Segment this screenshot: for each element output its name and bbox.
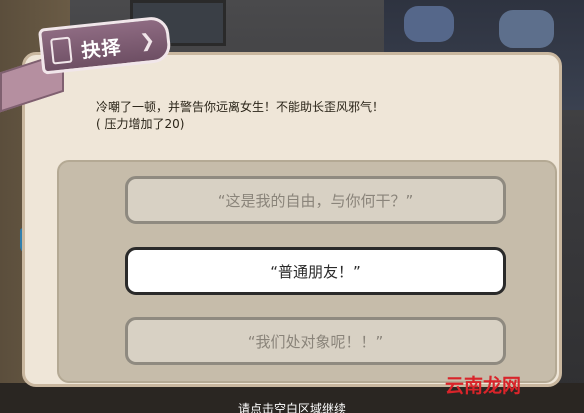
message-line: 冷嘲了一顿，并警告你远离女生！不能助长歪风邪气！	[96, 100, 385, 114]
continue-hint: 请点击空白区域继续	[237, 402, 346, 413]
watermark: 云南龙网	[445, 375, 522, 397]
message-line: ( 压力增加了20)	[96, 117, 185, 131]
dialog-title: 抉择	[80, 36, 123, 63]
option-label: “我们处对象呢！！”	[247, 332, 384, 351]
option-button-friends[interactable]: “普通朋友！”	[125, 247, 506, 295]
chevron-right-icon: ❯	[138, 29, 156, 53]
background-pillow	[499, 10, 554, 48]
option-button-dating[interactable]: “我们处对象呢！！”	[125, 317, 506, 365]
game-scene[interactable]: 冷嘲了一顿，并警告你远离女生！不能助长歪风邪气！ ( 压力增加了20) “这是我…	[0, 0, 584, 413]
background-pillow	[404, 6, 454, 42]
clip-icon	[50, 36, 73, 65]
option-label: “这是我的自由，与你何干？”	[217, 191, 414, 210]
option-label: “普通朋友！”	[270, 262, 361, 281]
choice-dialog: 冷嘲了一顿，并警告你远离女生！不能助长歪风邪气！ ( 压力增加了20) “这是我…	[22, 52, 562, 387]
dialog-message: 冷嘲了一顿，并警告你远离女生！不能助长歪风邪气！ ( 压力增加了20)	[96, 99, 536, 133]
options-panel: “这是我的自由，与你何干？” “普通朋友！” “我们处对象呢！！”	[57, 160, 557, 383]
option-button-freedom[interactable]: “这是我的自由，与你何干？”	[125, 176, 506, 224]
